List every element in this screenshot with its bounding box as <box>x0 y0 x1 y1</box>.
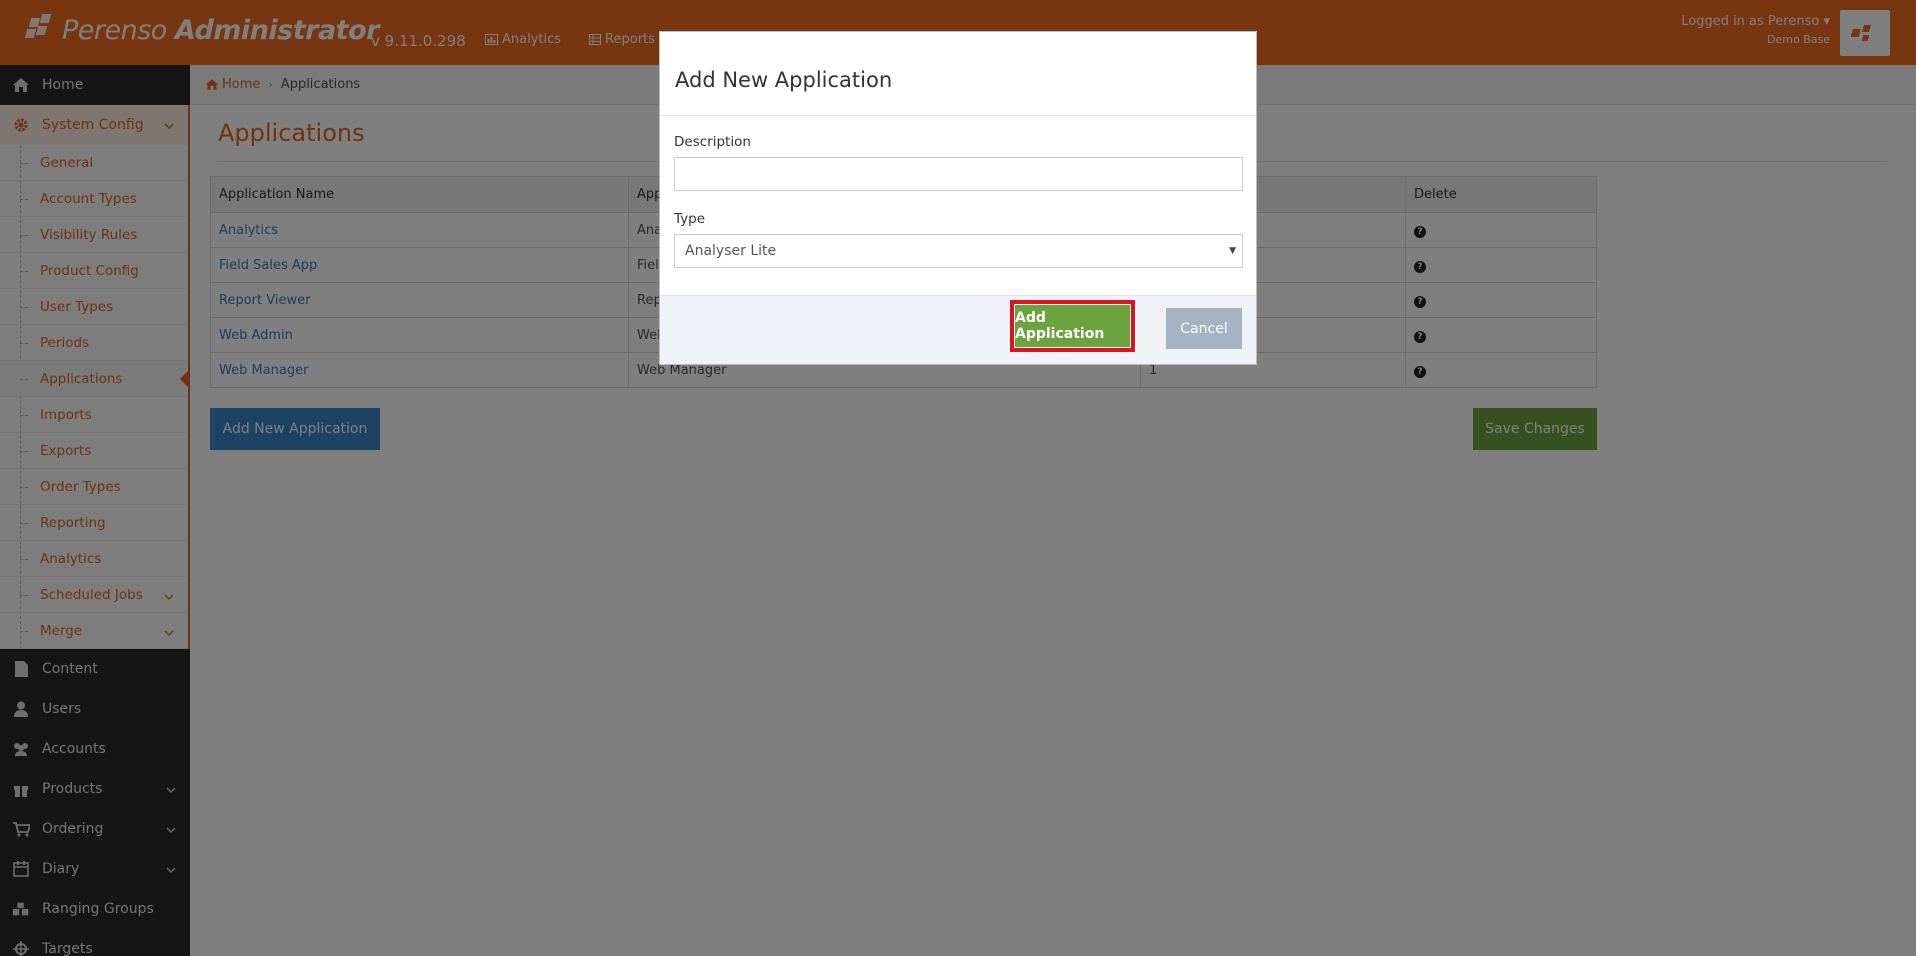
add-application-button[interactable]: Add Application <box>1010 300 1135 352</box>
add-application-dialog: Add New Application Description Type Ana… <box>659 31 1257 365</box>
modal-title: Add New Application <box>675 68 893 92</box>
description-input[interactable] <box>674 157 1243 191</box>
type-selected-value: Analyser Lite <box>685 243 777 259</box>
cancel-button[interactable]: Cancel <box>1166 308 1242 349</box>
modal-body: Description Type Analyser Lite ▼ <box>660 134 1256 268</box>
type-select[interactable]: Analyser Lite ▼ <box>674 234 1243 268</box>
modal-header: Add New Application <box>660 32 1256 116</box>
caret-down-icon: ▼ <box>1229 246 1236 256</box>
modal-footer: Add Application Cancel <box>660 295 1256 364</box>
type-label: Type <box>674 211 706 227</box>
description-label: Description <box>674 134 751 150</box>
